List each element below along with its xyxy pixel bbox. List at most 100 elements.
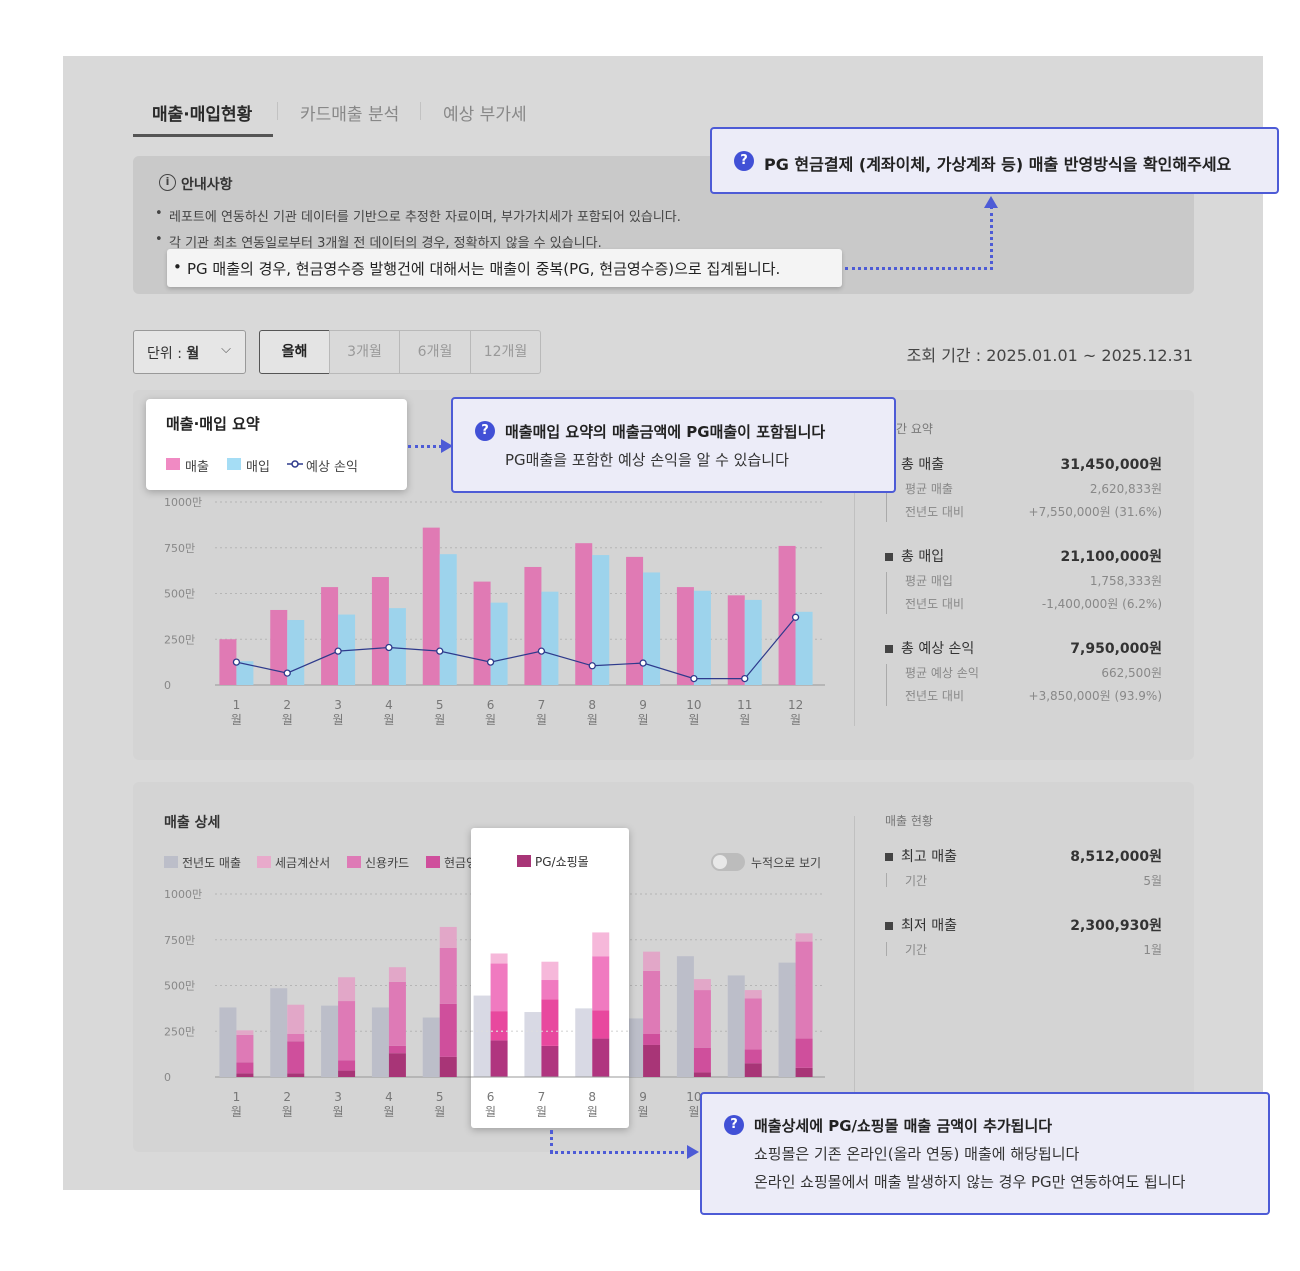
- tab-expected-vat[interactable]: 예상 부가세: [443, 100, 527, 125]
- bullet-square: [885, 922, 893, 930]
- stat-yoy: 전년도 대비 +3,850,000원 (93.9%): [905, 687, 1162, 704]
- prev-year-bar: [778, 962, 796, 1077]
- cash-segment: [287, 1041, 305, 1074]
- tooltip-pg-cash: ? PG 현금결제 (계좌이체, 가상계좌 등) 매출 반영방식을 확인해주세요: [710, 127, 1279, 194]
- y-tick-label: 0: [164, 1071, 171, 1084]
- period-6-months[interactable]: 6개월: [399, 330, 471, 374]
- stat-sub-label: 전년도 대비: [905, 689, 965, 703]
- purchase-bar: [490, 602, 508, 685]
- pg-segment: [643, 1044, 661, 1077]
- cash-segment: [388, 1045, 406, 1054]
- prev-year-bar: [575, 1008, 593, 1077]
- period-this-year[interactable]: 올해: [259, 330, 330, 374]
- stat-sub-label: 기간: [905, 943, 928, 957]
- x-tick-label: 2: [283, 698, 291, 712]
- tooltip-text: PG 현금결제 (계좌이체, 가상계좌 등) 매출 반영방식을 확인해주세요: [764, 155, 1232, 174]
- period-3-months[interactable]: 3개월: [329, 330, 400, 374]
- stat-sub-value: 662,500원: [1101, 666, 1162, 680]
- x-tick-label: 월: [790, 713, 801, 727]
- purchase-bar: [744, 599, 762, 685]
- x-tick-label: 월: [333, 713, 344, 727]
- tab-sales-purchase[interactable]: 매출·매입현황: [152, 100, 252, 125]
- highlighted-chart: 6월7월8월: [471, 932, 629, 1119]
- profit-point: [588, 662, 596, 670]
- x-tick-label: 월: [638, 713, 649, 727]
- legend-card: 신용카드: [365, 856, 410, 870]
- card-segment: [693, 990, 711, 1048]
- tooltip-summary: ? 매출매입 요약의 매출금액에 PG매출이 포함됩니다 PG매출을 포함한 예…: [451, 397, 896, 493]
- cash-segment: [236, 1062, 254, 1074]
- tax-segment: [795, 933, 813, 942]
- x-tick-label: 월: [434, 1105, 445, 1119]
- purchase-bar: [439, 554, 457, 685]
- cash-segment: [795, 1038, 813, 1068]
- stat-sub-value: +3,850,000원 (93.9%): [1028, 689, 1162, 703]
- x-tick-label: 4: [385, 1090, 393, 1104]
- pg-segment: [490, 1040, 508, 1077]
- sales-bar: [473, 581, 491, 685]
- x-tick-label: 월: [688, 1105, 699, 1119]
- panel-divider: [854, 816, 855, 1116]
- stat-label: 총 매출: [901, 457, 945, 473]
- prev-year-bar: [270, 988, 288, 1077]
- cumulative-toggle-label: 누적으로 보기: [751, 856, 822, 870]
- connector-line: [990, 206, 993, 270]
- y-tick-label: 250만: [164, 1025, 195, 1038]
- chevron-down-icon: ⌵: [221, 342, 231, 357]
- tab-card-analysis[interactable]: 카드매출 분석: [300, 100, 399, 125]
- cumulative-toggle[interactable]: [711, 853, 745, 871]
- question-icon: ?: [724, 1115, 744, 1135]
- prev-year-bar: [219, 1007, 237, 1077]
- tooltip-title: 매출매입 요약의 매출금액에 PG매출이 포함됩니다: [505, 423, 826, 441]
- x-tick-label: 월: [333, 1105, 344, 1119]
- arrow-up-icon: [984, 196, 998, 208]
- x-tick-label: 월: [587, 1105, 598, 1119]
- info-icon: i: [159, 174, 176, 191]
- stat-label: 총 매입: [901, 549, 945, 565]
- y-tick-label: 750만: [164, 934, 195, 947]
- legend-sales: 매출: [185, 460, 209, 475]
- x-tick-label: 월: [485, 713, 496, 727]
- profit-point: [385, 643, 393, 652]
- profit-point: [791, 613, 800, 621]
- x-tick-label: 월: [231, 1105, 242, 1119]
- x-tick-label: 9: [639, 1090, 647, 1104]
- card-segment: [236, 1034, 254, 1063]
- tax-segment: [744, 990, 762, 999]
- x-tick-label: 월: [587, 713, 598, 727]
- card-segment: [439, 947, 457, 1004]
- x-tick-label: 5: [436, 1090, 444, 1104]
- x-tick-label: 11: [737, 698, 752, 712]
- card-segment: [490, 963, 508, 1012]
- y-tick-label: 1000만: [164, 888, 202, 901]
- purchase-bar: [693, 590, 711, 685]
- sales-bar: [727, 595, 745, 685]
- tax-segment: [693, 979, 711, 991]
- card-segment: [795, 941, 813, 1039]
- legend-swatch-purchase: [227, 458, 241, 470]
- summary-legend-card: 매출·매입 요약 매출 매입 예상 손익: [146, 399, 407, 490]
- x-tick-label: 월: [485, 1105, 496, 1119]
- x-tick-label: 월: [383, 1105, 394, 1119]
- legend-swatch-card: [347, 856, 361, 868]
- stat-sub-label: 평균 매출: [905, 482, 953, 496]
- x-tick-label: 월: [536, 1105, 547, 1119]
- sales-bar: [321, 587, 339, 685]
- pg-segment: [541, 1045, 559, 1077]
- stat-value: 7,950,000원: [1070, 641, 1162, 657]
- x-tick-label: 4: [385, 698, 393, 712]
- stat-sub-label: 전년도 대비: [905, 505, 965, 519]
- tax-segment: [287, 1004, 305, 1034]
- x-tick-label: 9: [639, 698, 647, 712]
- legend-swatch-pg: [517, 855, 531, 867]
- notice-bullet-highlighted: PG 매출의 경우, 현금영수증 발행건에 대해서는 매출이 중복(PG, 현금…: [167, 249, 842, 287]
- stat-value: 21,100,000원: [1060, 549, 1162, 565]
- legend-swatch-tax: [257, 856, 271, 868]
- stat-label: 최고 매출: [901, 849, 957, 865]
- unit-select[interactable]: 단위 : 월 ⌵: [133, 330, 246, 374]
- legend-profit: 예상 손익: [306, 460, 358, 475]
- stat-yoy: 전년도 대비 -1,400,000원 (6.2%): [905, 595, 1162, 612]
- period-12-months[interactable]: 12개월: [470, 330, 541, 374]
- pg-segment: [338, 1070, 356, 1077]
- purchase-bar: [795, 611, 813, 685]
